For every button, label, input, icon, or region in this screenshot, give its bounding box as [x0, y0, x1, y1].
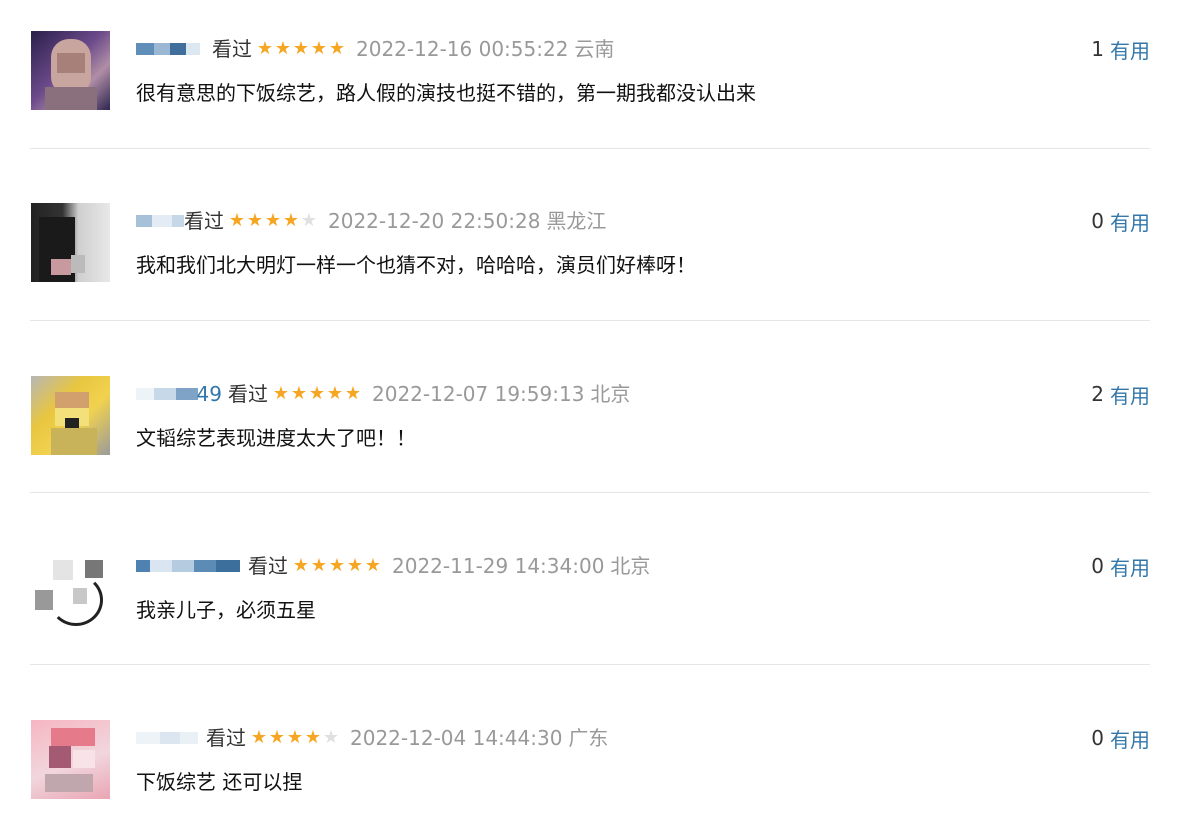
- star-icon: ★: [290, 383, 308, 404]
- star-icon: ★: [264, 210, 282, 231]
- divider: [30, 148, 1150, 149]
- divider: [30, 664, 1150, 665]
- vote-count: 0: [1091, 554, 1104, 578]
- star-icon: ★: [364, 555, 382, 576]
- watch-status: 看过: [184, 209, 224, 233]
- comment-time: 2022-12-20 22:50:28: [328, 209, 541, 233]
- vote-area: 0 有用: [1091, 207, 1150, 235]
- star-icon: ★: [304, 727, 322, 748]
- comment-content: 文韬综艺表现进度太大了吧！！: [136, 426, 416, 450]
- comment-item: 看过 ★ ★ ★ ★ ★ 2022-12-20 22:50:28 黑龙江 我和我们北大明…: [30, 172, 1150, 344]
- star-icon: ★: [228, 210, 246, 231]
- star-icon: ★: [268, 727, 286, 748]
- star-icon: ★: [292, 555, 310, 576]
- star-icon: ★: [310, 38, 328, 59]
- comment-content: 下饭综艺 还可以捏: [136, 770, 303, 794]
- star-icon: ★: [328, 555, 346, 576]
- vote-area: 0 有用: [1091, 724, 1150, 752]
- comment-content: 我亲儿子，必须五星: [136, 598, 316, 622]
- star-icon: ★: [310, 555, 328, 576]
- comment-content: 我和我们北大明灯一样一个也猜不对，哈哈哈，演员们好棒呀！: [136, 253, 696, 277]
- star-icon: ★: [274, 38, 292, 59]
- vote-area: 1 有用: [1091, 35, 1150, 63]
- rating-stars: ★ ★ ★ ★ ★: [292, 557, 382, 575]
- star-icon: ★: [344, 383, 362, 404]
- vote-count: 0: [1091, 726, 1104, 750]
- username[interactable]: [136, 211, 184, 231]
- comment-meta: 看过 ★ ★ ★ ★ ★ 2022-11-29 14:34:00 北京: [136, 552, 650, 580]
- comment-item: 看过 ★ ★ ★ ★ ★ 2022-12-16 00:55:22 云南 很有意思的下饭综…: [30, 0, 1150, 172]
- comment-meta: 看过 ★ ★ ★ ★ ★ 2022-12-04 14:44:30 广东: [136, 724, 608, 752]
- vote-count: 0: [1091, 209, 1104, 233]
- comment-time: 2022-12-16 00:55:22: [356, 37, 569, 61]
- comment-time: 2022-12-07 19:59:13: [372, 382, 585, 406]
- comment-item: 看过 ★ ★ ★ ★ ★ 2022-12-04 14:44:30 广东 下饭综艺 还可以…: [30, 689, 1150, 819]
- comment-meta: 看过 ★ ★ ★ ★ ★ 2022-12-16 00:55:22 云南: [136, 35, 614, 63]
- comment-meta: 看过 ★ ★ ★ ★ ★ 2022-12-20 22:50:28 黑龙江: [136, 207, 606, 235]
- avatar[interactable]: [31, 720, 110, 799]
- avatar[interactable]: [31, 548, 110, 627]
- star-icon: ★: [272, 383, 290, 404]
- rating-stars: ★ ★ ★ ★ ★: [228, 212, 318, 230]
- vote-area: 0 有用: [1091, 552, 1150, 580]
- watch-status: 看过: [248, 554, 288, 578]
- star-icon: ★: [328, 38, 346, 59]
- useful-button[interactable]: 有用: [1110, 552, 1150, 581]
- watch-status: 看过: [228, 382, 268, 406]
- star-icon: ★: [282, 210, 300, 231]
- comment-meta: 49 看过 ★ ★ ★ ★ ★ 2022-12-07 19:59:13 北京: [136, 380, 630, 408]
- comment-time: 2022-12-04 14:44:30: [350, 726, 563, 750]
- username[interactable]: [136, 556, 242, 576]
- watch-status: 看过: [212, 37, 252, 61]
- useful-button[interactable]: 有用: [1110, 207, 1150, 236]
- username[interactable]: 49: [136, 382, 222, 406]
- star-icon: ★: [322, 727, 340, 748]
- star-icon: ★: [292, 38, 310, 59]
- comment-location: 黑龙江: [546, 209, 607, 233]
- star-icon: ★: [250, 727, 268, 748]
- rating-stars: ★ ★ ★ ★ ★: [256, 40, 346, 58]
- vote-count: 2: [1091, 382, 1104, 406]
- star-icon: ★: [286, 727, 304, 748]
- divider: [30, 320, 1150, 321]
- star-icon: ★: [346, 555, 364, 576]
- useful-button[interactable]: 有用: [1110, 724, 1150, 753]
- divider: [30, 492, 1150, 493]
- avatar[interactable]: [31, 203, 110, 282]
- rating-stars: ★ ★ ★ ★ ★: [272, 385, 362, 403]
- useful-button[interactable]: 有用: [1110, 35, 1150, 64]
- comment-location: 北京: [590, 382, 631, 406]
- username[interactable]: [136, 39, 206, 59]
- username[interactable]: [136, 728, 200, 748]
- comment-content: 很有意思的下饭综艺，路人假的演技也挺不错的，第一期我都没认出来: [136, 81, 756, 105]
- star-icon: ★: [246, 210, 264, 231]
- vote-count: 1: [1091, 37, 1104, 61]
- star-icon: ★: [300, 210, 318, 231]
- comment-location: 云南: [574, 37, 615, 61]
- avatar[interactable]: [31, 376, 110, 455]
- vote-area: 2 有用: [1091, 380, 1150, 408]
- rating-stars: ★ ★ ★ ★ ★: [250, 729, 340, 747]
- star-icon: ★: [308, 383, 326, 404]
- comment-location: 北京: [610, 554, 651, 578]
- comment-time: 2022-11-29 14:34:00: [392, 554, 605, 578]
- watch-status: 看过: [206, 726, 246, 750]
- star-icon: ★: [326, 383, 344, 404]
- useful-button[interactable]: 有用: [1110, 380, 1150, 409]
- star-icon: ★: [256, 38, 274, 59]
- avatar[interactable]: [31, 31, 110, 110]
- comment-location: 广东: [568, 726, 609, 750]
